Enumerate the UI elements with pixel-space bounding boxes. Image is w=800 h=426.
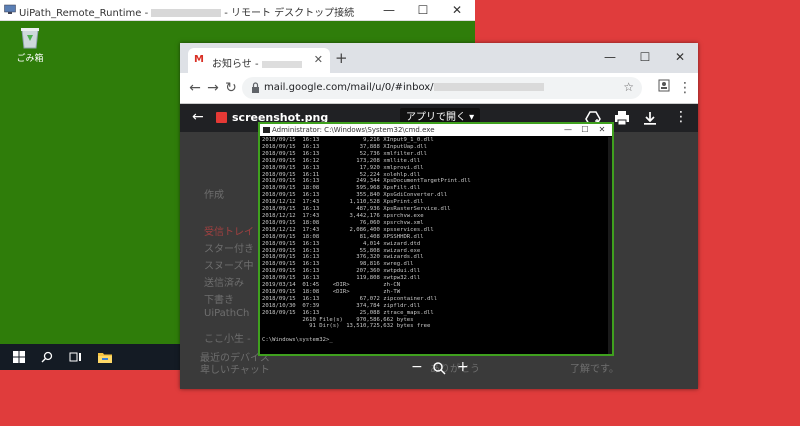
sidebar-item-snoozed: スヌーズ中 xyxy=(204,261,254,272)
file-explorer-button[interactable] xyxy=(92,344,118,370)
rdp-title-bar[interactable]: UiPath_Remote_Runtime -- リモート デスクトップ接続 —… xyxy=(0,0,475,21)
minimize-button[interactable]: — xyxy=(372,0,406,20)
close-button[interactable]: ✕ xyxy=(594,124,610,136)
profile-icon xyxy=(658,79,670,92)
search-button[interactable] xyxy=(34,344,60,370)
ghost-text: 卑しいチャット xyxy=(200,365,270,376)
more-options-icon[interactable]: ⋮ xyxy=(674,109,688,125)
sidebar-item-starred: スター付き xyxy=(204,244,254,255)
console-line: 2019/03/14 01:45 <DIR> zh-CN xyxy=(262,282,401,289)
profile-button[interactable] xyxy=(655,79,673,97)
console-line: 91 Dir(s) 13,510,725,632 bytes free xyxy=(262,323,431,330)
console-line: 2018/09/15 16:12 173,208 xmllite.dll xyxy=(262,157,421,164)
minimize-button[interactable]: — xyxy=(593,47,627,67)
start-button[interactable] xyxy=(6,344,32,370)
windows-icon xyxy=(13,351,25,363)
search-icon xyxy=(41,351,53,363)
console-line: 2018/09/15 18:08 <DIR> zh-TW xyxy=(262,288,401,295)
console-line: 2018/09/15 16:13 376,320 xwizards.dll xyxy=(262,254,424,261)
forward-button[interactable]: → xyxy=(204,79,222,97)
console-line: 2018/09/15 16:13 52,736 xmlfilter.dll xyxy=(262,150,428,157)
reload-button[interactable]: ↻ xyxy=(222,79,240,97)
recycle-bin-shortcut[interactable]: ごみ箱 xyxy=(10,25,50,64)
task-view-button[interactable] xyxy=(62,344,88,370)
console-line: 2018/09/15 16:11 52,224 xolehlp.dll xyxy=(262,171,421,178)
zoom-out-button[interactable]: − xyxy=(411,359,423,375)
console-line: 2018/10/30 07:39 374,784 zipfldr.dll xyxy=(262,302,421,309)
sidebar-item-uipath: UiPathCh xyxy=(204,308,250,319)
console-line: 2018/09/15 18:08 76,060 xpsrchvw.xml xyxy=(262,219,424,226)
console-line: 2018/09/15 16:13 207,360 xwtpdui.dll xyxy=(262,268,421,275)
console-line: 2018/12/12 17:43 1,110,528 XpsPrint.dll xyxy=(262,199,424,206)
console-line: 2610 File(s) 970,586,662 bytes xyxy=(262,316,414,323)
url-text: mail.google.com/mail/u/0/#inbox/ xyxy=(264,82,544,93)
ghost-text: 了解です。 xyxy=(570,364,619,375)
command-prompt-window: Administrator: C:\Windows\System32\cmd.e… xyxy=(258,122,614,356)
console-line: 2018/09/15 16:13 55,808 xwizard.exe xyxy=(262,247,421,254)
cmd-icon xyxy=(263,127,270,133)
maximize-button[interactable]: ☐ xyxy=(406,0,440,20)
address-bar[interactable]: mail.google.com/mail/u/0/#inbox/ ☆ xyxy=(242,77,642,99)
console-output[interactable]: 2018/09/15 16:13 9,216 XInput9_1_0.dll 20… xyxy=(262,137,607,354)
close-tab-icon[interactable]: ✕ xyxy=(314,53,323,66)
console-line: 2018/12/12 17:43 3,442,176 xpsrchvw.exe xyxy=(262,212,424,219)
console-line: 2018/09/15 16:13 98,816 xwreg.dll xyxy=(262,261,414,268)
cmd-title: Administrator: C:\Windows\System32\cmd.e… xyxy=(272,126,435,134)
cmd-title-bar[interactable]: Administrator: C:\Windows\System32\cmd.e… xyxy=(260,124,612,136)
zoom-in-button[interactable]: + xyxy=(457,359,469,375)
remote-desktop-icon xyxy=(4,4,16,14)
new-tab-button[interactable]: + xyxy=(335,49,348,67)
maximize-button[interactable]: ☐ xyxy=(628,47,662,67)
bookmark-star-icon[interactable]: ☆ xyxy=(623,80,634,94)
lock-icon xyxy=(252,82,259,93)
tab-strip: M お知らせ - ✕ + — ☐ ✕ xyxy=(180,43,698,73)
folder-icon xyxy=(98,353,112,363)
gmail-icon: M xyxy=(194,54,204,65)
back-button[interactable]: ← xyxy=(186,79,204,97)
console-line: 2018/12/12 17:43 2,086,400 xpsservices.d… xyxy=(262,226,434,233)
console-line: 2018/09/15 18:08 595,968 XpsFilt.dll xyxy=(262,185,421,192)
recycle-bin-icon xyxy=(21,28,39,49)
console-line: 2018/09/15 18:08 81,408 XPSSHHDR.dll xyxy=(262,233,424,240)
zoom-controls: − + xyxy=(405,359,475,379)
close-button[interactable]: ✕ xyxy=(663,47,697,67)
console-line: 2018/09/15 16:13 67,072 zipcontainer.dll xyxy=(262,295,438,302)
console-line: 2018/09/15 16:13 4,014 xwizard.dtd xyxy=(262,240,421,247)
zoom-icon[interactable] xyxy=(433,362,446,375)
console-line: 2018/09/15 16:13 249,344 XpsDocumentTarg… xyxy=(262,178,471,185)
console-line: 2018/09/15 16:13 25,088 ztrace_maps.dll xyxy=(262,309,434,316)
console-line: 2018/09/15 16:13 37,888 XInputUap.dll xyxy=(262,143,428,150)
download-icon[interactable] xyxy=(642,110,658,126)
tab-title: お知らせ - xyxy=(212,55,302,70)
task-view-icon xyxy=(69,352,81,362)
console-line: 2018/09/15 16:13 487,936 XpsRasterServic… xyxy=(262,206,451,213)
console-scrollbar[interactable] xyxy=(608,137,612,354)
print-icon[interactable] xyxy=(614,110,630,126)
console-line: 2018/09/15 16:13 119,808 xwtpw32.dll xyxy=(262,275,421,282)
console-line: C:\Windows\system32>_ xyxy=(262,337,333,344)
gmail-tab[interactable]: M お知らせ - ✕ xyxy=(188,48,330,73)
sidebar-item-drafts: 下書き xyxy=(204,295,234,306)
image-file-icon xyxy=(216,112,227,123)
maximize-button[interactable]: ☐ xyxy=(577,124,593,136)
compose-button: 作成 xyxy=(204,190,224,201)
sidebar-item-sent: 送信済み xyxy=(204,278,244,289)
browser-toolbar: ← → ↻ mail.google.com/mail/u/0/#inbox/ ☆… xyxy=(180,73,698,104)
recycle-bin-label: ごみ箱 xyxy=(16,54,44,64)
redacted-host xyxy=(151,9,222,17)
rdp-title: UiPath_Remote_Runtime -- リモート デスクトップ接続 xyxy=(19,8,355,19)
console-line: 2018/09/15 16:13 9,216 XInput9_1_0.dll xyxy=(262,137,434,143)
close-button[interactable]: ✕ xyxy=(440,0,474,20)
sidebar-item-inbox: 受信トレイ xyxy=(204,227,254,238)
console-line: 2018/09/15 16:13 355,840 XpsGdiConverter… xyxy=(262,192,448,199)
ghost-text: ここ小生 - xyxy=(204,334,251,345)
minimize-button[interactable]: — xyxy=(560,124,576,136)
chrome-menu-button[interactable]: ⋮ xyxy=(676,79,694,97)
console-line: 2018/09/15 16:13 17,920 xmlprovi.dll xyxy=(262,164,424,171)
back-arrow-icon[interactable]: ← xyxy=(192,109,204,125)
